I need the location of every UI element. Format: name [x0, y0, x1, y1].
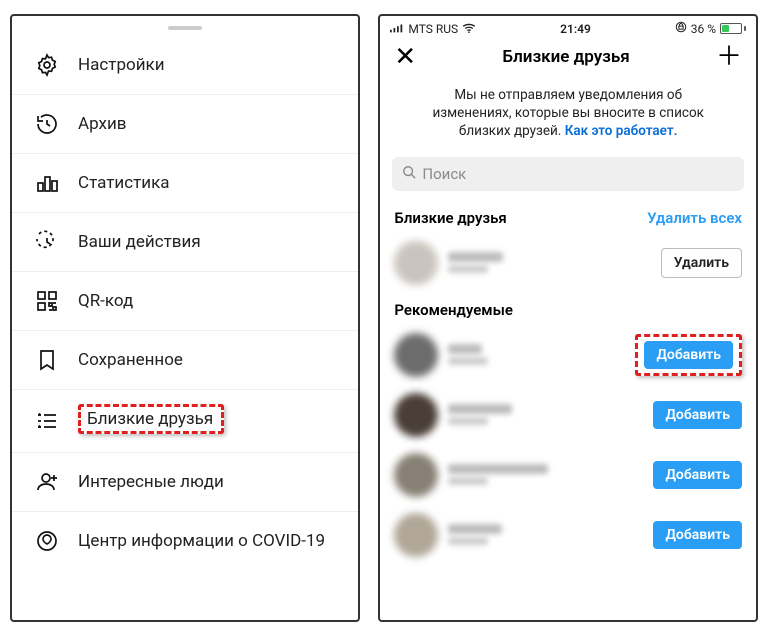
menu-label: Сохраненное: [78, 350, 183, 370]
section-recommended: Рекомендуемые: [380, 293, 756, 325]
menu-label: Настройки: [78, 55, 165, 75]
menu-item-qr[interactable]: QR-код: [12, 271, 358, 330]
notice-text: Мы не отправляем уведомления об изменени…: [380, 80, 756, 153]
recommend-row: Добавить: [380, 445, 756, 505]
section-title: Рекомендуемые: [394, 301, 513, 319]
avatar[interactable]: [394, 513, 438, 557]
recommend-row: Добавить: [380, 505, 756, 565]
menu-item-archive[interactable]: Архив: [12, 94, 358, 153]
recommend-row: Добавить: [380, 325, 756, 385]
highlight-close-friends: Близкие друзья: [78, 404, 224, 434]
discover-people-icon: [34, 469, 60, 495]
avatar[interactable]: [394, 453, 438, 497]
add-button[interactable]: Добавить: [644, 341, 733, 369]
status-bar: MTS RUS 21:49 36 %: [380, 16, 756, 38]
sheet-grabber[interactable]: [168, 26, 202, 30]
user-name: [448, 252, 650, 273]
menu-item-saved[interactable]: Сохраненное: [12, 330, 358, 389]
avatar[interactable]: [394, 241, 438, 285]
close-friends-icon: [34, 408, 60, 434]
phone-left-menu: Настройки Архив Статистика Ваши действия: [10, 14, 360, 622]
search-icon: [402, 165, 416, 183]
phone-right-close-friends: MTS RUS 21:49 36 % ✕ Близкие друзья ＋ Мы…: [378, 14, 758, 622]
add-button[interactable]: Добавить: [653, 521, 742, 549]
qr-icon: [34, 288, 60, 314]
user-name: [448, 464, 643, 485]
user-name: [448, 524, 643, 545]
menu-label: Статистика: [78, 173, 170, 193]
orientation-lock-icon: [675, 21, 687, 36]
menu-label: Архив: [78, 114, 126, 134]
add-button[interactable]: Добавить: [653, 461, 742, 489]
menu-label: Центр информации о COVID-19: [78, 531, 325, 551]
menu-item-settings[interactable]: Настройки: [12, 36, 358, 94]
user-name: [448, 344, 625, 365]
search-input[interactable]: Поиск: [392, 157, 744, 191]
avatar[interactable]: [394, 333, 438, 377]
gear-icon: [34, 52, 60, 78]
user-name: [448, 404, 643, 425]
add-button[interactable]: Добавить: [653, 401, 742, 429]
avatar[interactable]: [394, 393, 438, 437]
header-title: Близкие друзья: [502, 47, 629, 67]
menu-item-close-friends[interactable]: Близкие друзья: [12, 389, 358, 452]
menu-list: Настройки Архив Статистика Ваши действия: [12, 36, 358, 570]
search-placeholder: Поиск: [422, 165, 466, 183]
section-close-friends: Близкие друзья Удалить всех: [380, 201, 756, 233]
highlight-add-button: Добавить: [635, 334, 742, 376]
menu-label: Интересные люди: [78, 472, 224, 492]
friend-row: Удалить: [380, 233, 756, 293]
remove-button[interactable]: Удалить: [661, 248, 742, 278]
close-icon[interactable]: ✕: [394, 44, 416, 70]
stats-icon: [34, 170, 60, 196]
menu-item-stats[interactable]: Статистика: [12, 153, 358, 212]
covid-info-icon: [34, 528, 60, 554]
battery-icon: [720, 23, 746, 34]
wifi-icon: [462, 22, 476, 36]
menu-label: Ваши действия: [78, 232, 201, 252]
menu-item-discover[interactable]: Интересные люди: [12, 452, 358, 511]
menu-item-activity[interactable]: Ваши действия: [12, 212, 358, 271]
menu-item-covid[interactable]: Центр информации о COVID-19: [12, 511, 358, 570]
clock: 21:49: [560, 22, 591, 36]
screen-header: ✕ Близкие друзья ＋: [380, 38, 756, 80]
recommend-row: Добавить: [380, 385, 756, 445]
activity-icon: [34, 229, 60, 255]
menu-label: Близкие друзья: [87, 409, 213, 429]
archive-icon: [34, 111, 60, 137]
menu-label: QR-код: [78, 291, 133, 311]
section-title: Близкие друзья: [394, 209, 506, 227]
how-it-works-link[interactable]: Как это работает.: [565, 123, 678, 139]
bookmark-icon: [34, 347, 60, 373]
carrier-label: MTS RUS: [408, 22, 458, 36]
signal-icon: [390, 22, 404, 36]
remove-all-link[interactable]: Удалить всех: [647, 209, 742, 227]
add-icon[interactable]: ＋: [716, 44, 742, 70]
battery-pct: 36 %: [691, 22, 716, 36]
